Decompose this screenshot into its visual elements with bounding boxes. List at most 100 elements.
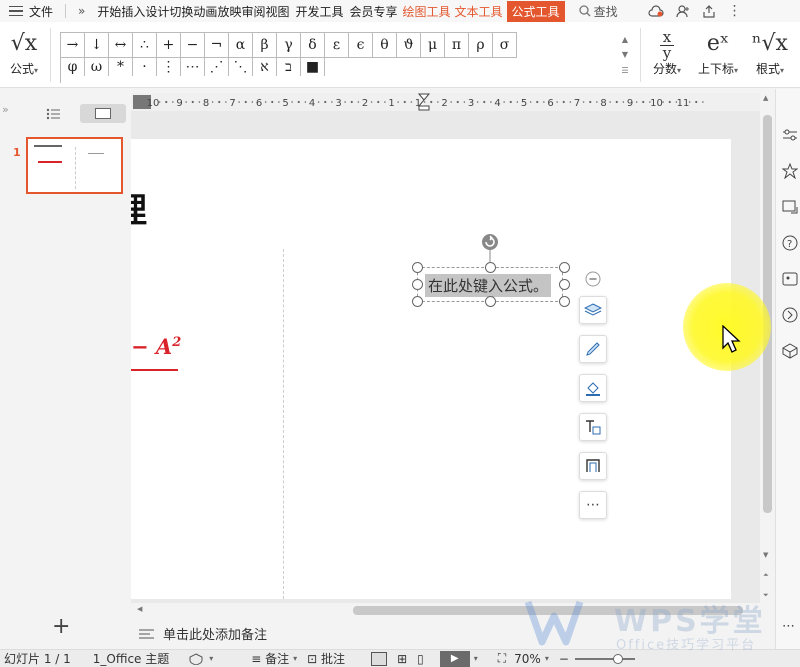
add-slide-icon[interactable]: + <box>52 616 70 638</box>
symbol-button[interactable]: γ <box>277 33 301 58</box>
symbol-button[interactable]: ↔ <box>109 33 133 58</box>
symbol-button[interactable]: ⋰ <box>205 58 229 76</box>
sorter-view-icon[interactable]: ⊞ <box>397 652 407 666</box>
radical-button[interactable]: ⁿ√x 根式▾ <box>750 28 790 77</box>
menu-file[interactable]: 文件 <box>29 3 53 20</box>
symbol-button[interactable]: ϑ <box>397 33 421 58</box>
resize-handle[interactable] <box>485 262 496 273</box>
tab-6[interactable]: 审阅 <box>241 3 265 20</box>
collapse-panel-icon[interactable]: » <box>2 103 9 116</box>
slide-thumbnail[interactable] <box>26 137 123 194</box>
prev-slide-icon[interactable]: ⏶ <box>763 571 769 580</box>
menu-more-icon[interactable]: » <box>78 4 85 18</box>
symbol-button[interactable]: ↓ <box>85 33 109 58</box>
gallery-up-icon[interactable]: ▲ <box>622 35 628 44</box>
symbol-button[interactable]: → <box>61 33 85 58</box>
symbol-button[interactable]: ρ <box>469 33 493 58</box>
slide-title-fragment[interactable]: 理 <box>131 194 147 228</box>
help-icon[interactable]: ? <box>782 235 798 251</box>
tab-drawing-tools[interactable]: 绘图工具 <box>403 3 451 20</box>
fraction-button[interactable]: xy 分数▾ <box>648 28 686 77</box>
symbol-button[interactable]: · <box>133 58 157 76</box>
border-button[interactable] <box>579 452 607 480</box>
tab-text-tools[interactable]: 文本工具 <box>455 3 503 20</box>
tab-formula-tools[interactable]: 公式工具 <box>506 0 565 22</box>
zoom-out-icon[interactable]: − <box>559 652 569 666</box>
formula-button[interactable]: √x 公式▾ <box>4 28 44 77</box>
slide[interactable]: 理 − A2 <box>131 139 731 599</box>
package-icon[interactable] <box>782 343 798 359</box>
protect-dropdown-icon[interactable]: ▾ <box>209 654 213 663</box>
protect-icon[interactable] <box>189 652 203 665</box>
gallery-scroll[interactable]: ▲ ▼ ☰ <box>618 32 632 78</box>
cloud-sync-icon[interactable] <box>648 4 664 18</box>
symbol-button[interactable]: μ <box>421 33 445 58</box>
formula-fragment[interactable]: − A2 <box>131 334 181 359</box>
symbol-button[interactable]: ϵ <box>349 33 373 58</box>
symbol-button[interactable]: ⋮ <box>157 58 181 76</box>
more-sidebar-icon[interactable]: ⋯ <box>782 619 795 634</box>
scroll-down-icon[interactable]: ▼ <box>763 551 768 559</box>
tab-7[interactable]: 视图 <box>265 3 289 20</box>
symbol-button[interactable]: ■ <box>301 58 325 76</box>
notes-placeholder[interactable]: 单击此处添加备注 <box>163 624 267 643</box>
collapse-toolbar-icon[interactable] <box>585 271 601 287</box>
symbol-button[interactable]: δ <box>301 33 325 58</box>
fit-window-icon[interactable]: ⛶ <box>498 651 506 666</box>
outline-view-icon[interactable] <box>46 108 61 120</box>
animation-icon[interactable] <box>782 307 798 323</box>
share-icon[interactable] <box>702 4 716 18</box>
horizontal-ruler[interactable]: 10 9 8 7 6 5 4 3 2 1 1 2 3 4 5 6 7 8 9 10 11 <box>131 93 760 111</box>
resize-handle[interactable] <box>559 262 570 273</box>
symbol-button[interactable]: α <box>229 33 253 58</box>
resize-handle[interactable] <box>412 262 423 273</box>
notes-toggle[interactable]: ≡ 备注 <box>251 650 289 667</box>
symbol-button[interactable]: ⋯ <box>181 58 205 76</box>
gallery-expand-icon[interactable]: ☰ <box>621 66 628 75</box>
tab-2[interactable]: 设计 <box>145 3 169 20</box>
symbol-button[interactable]: * <box>109 58 133 76</box>
symbol-button[interactable]: ε <box>325 33 349 58</box>
more-tools-icon[interactable]: ⋯ <box>579 491 607 519</box>
tab-0[interactable]: 开始 <box>97 3 121 20</box>
symbol-button[interactable]: ¬ <box>205 33 229 58</box>
user-share-icon[interactable] <box>675 4 690 18</box>
resize-handle[interactable] <box>485 296 496 307</box>
layers-button[interactable] <box>579 296 607 324</box>
reading-view-icon[interactable]: ▯ <box>417 652 424 666</box>
notes-dropdown-icon[interactable]: ▾ <box>293 654 297 663</box>
tab-5[interactable]: 放映 <box>217 3 241 20</box>
star-icon[interactable] <box>782 163 798 179</box>
script-button[interactable]: eˣ 上下标▾ <box>694 28 742 77</box>
symbol-button[interactable]: π <box>445 33 469 58</box>
thumbnail-view-button[interactable] <box>80 104 126 123</box>
symbol-button[interactable]: ∴ <box>133 33 157 58</box>
symbol-button[interactable]: − <box>181 33 205 58</box>
tab-4[interactable]: 动画 <box>193 3 217 20</box>
tab-3[interactable]: 切换 <box>169 3 193 20</box>
symbol-button[interactable]: ⋱ <box>229 58 253 76</box>
tab-9[interactable]: 会员专享 <box>350 3 398 20</box>
resize-handle[interactable] <box>412 279 423 290</box>
resize-handle[interactable] <box>412 296 423 307</box>
symbol-button[interactable]: σ <box>493 33 517 58</box>
fill-button[interactable] <box>579 374 607 402</box>
gallery-icon[interactable] <box>782 271 798 287</box>
zoom-slider[interactable] <box>574 653 635 664</box>
zoom-slider-thumb[interactable] <box>612 653 623 664</box>
style-brush-button[interactable] <box>579 335 607 363</box>
play-slideshow-icon[interactable]: ▶ <box>439 650 470 667</box>
resize-handle[interactable] <box>559 279 570 290</box>
tab-8[interactable]: 开发工具 <box>295 3 343 20</box>
hamburger-menu-icon[interactable] <box>9 5 23 17</box>
sliders-icon[interactable] <box>782 127 798 143</box>
normal-view-icon[interactable] <box>371 651 388 666</box>
symbol-button[interactable]: φ <box>61 58 85 76</box>
symbol-button[interactable]: ב <box>277 58 301 76</box>
symbol-button[interactable]: א <box>253 58 277 76</box>
symbol-button[interactable]: ω <box>85 58 109 76</box>
comment-toggle[interactable]: ⊡ 批注 <box>307 650 345 667</box>
formula-placeholder-text[interactable]: 在此处键入公式。 <box>425 274 552 297</box>
vertical-scrollbar[interactable]: ▲ ▼ ⏶ ⏷ <box>760 93 775 643</box>
play-dropdown-icon[interactable]: ▾ <box>474 654 478 663</box>
